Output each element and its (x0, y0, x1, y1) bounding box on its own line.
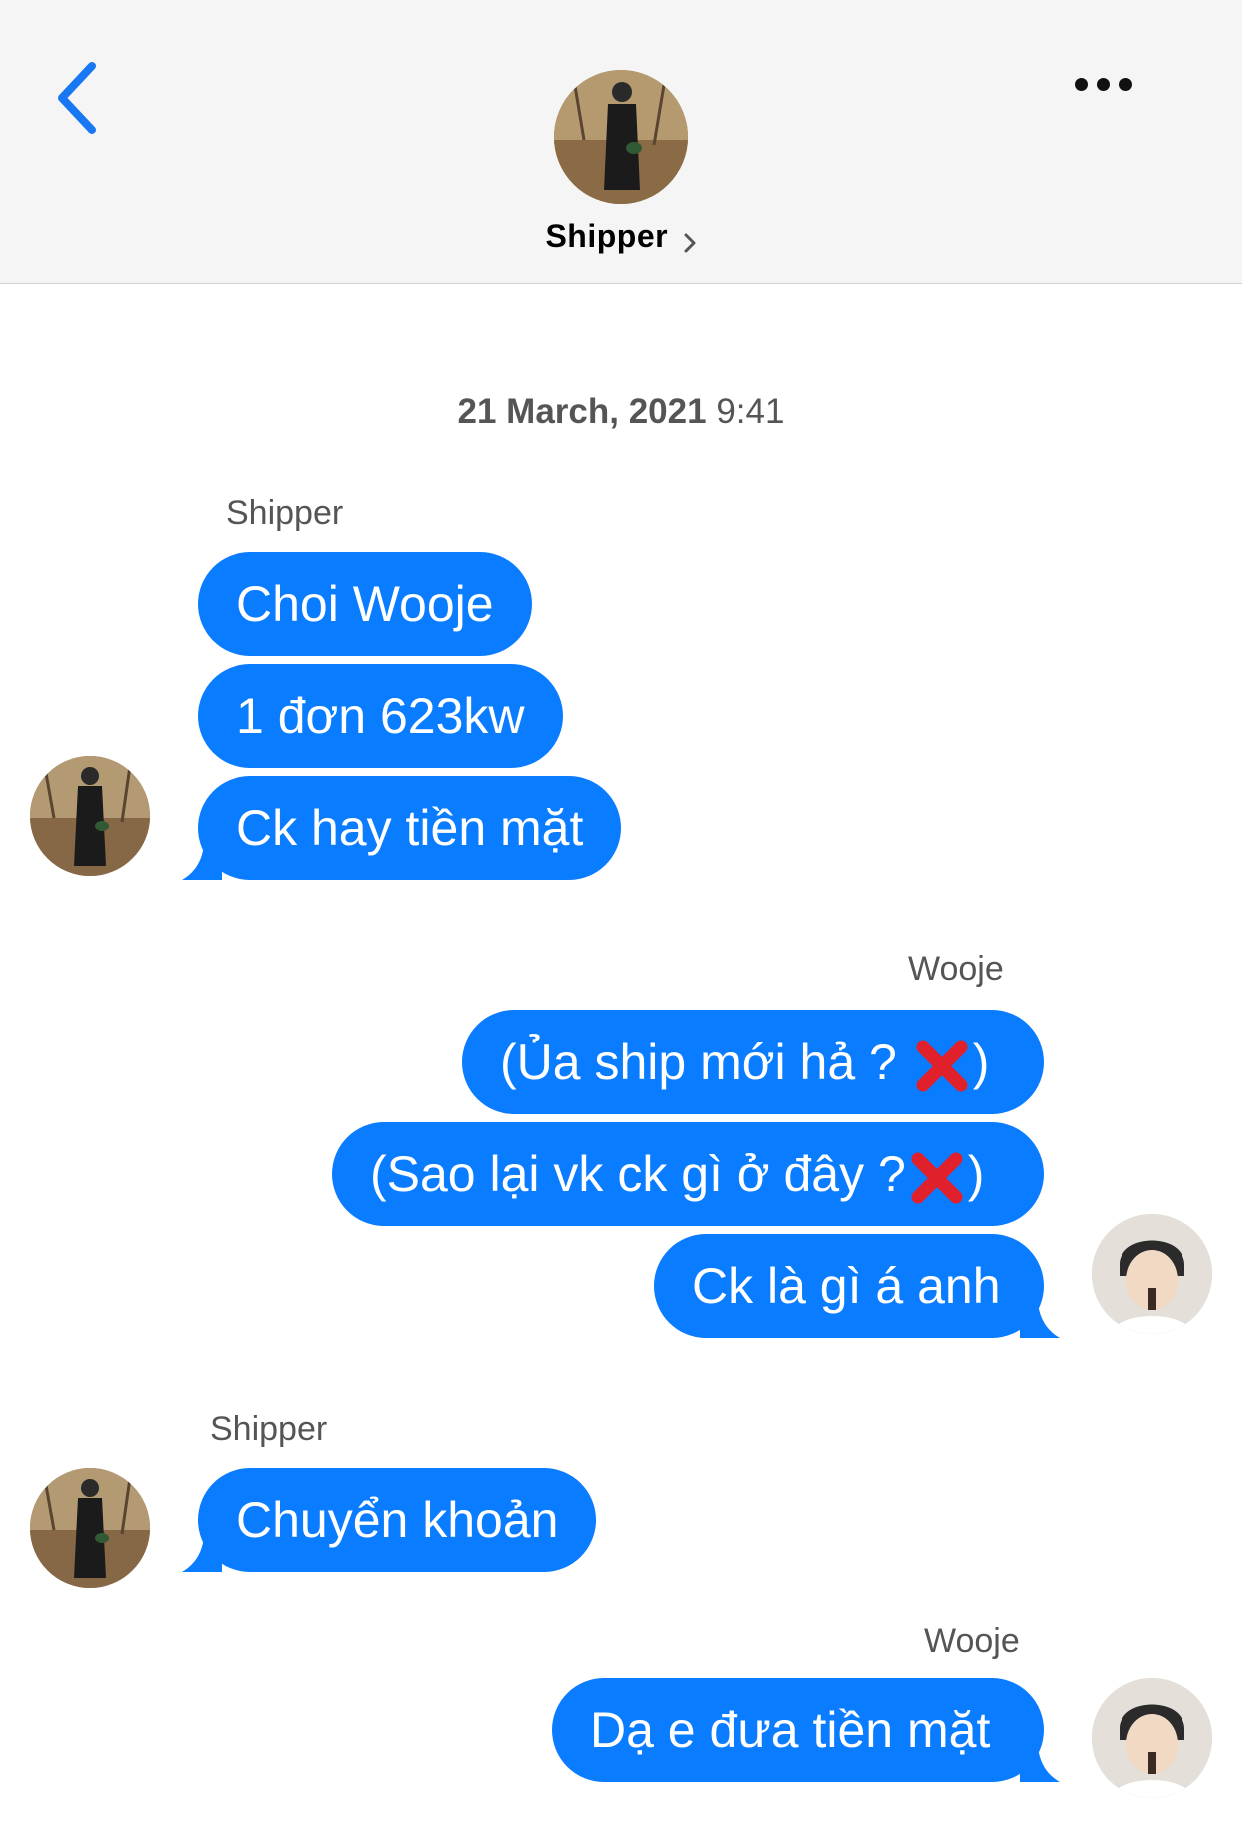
message-bubble-incoming[interactable]: Chuyển khoản (198, 1468, 597, 1572)
contact-name-button[interactable]: Shipper (0, 218, 1242, 255)
sender-name: Shipper (226, 494, 344, 532)
bubble-tail (182, 840, 222, 880)
more-options-button[interactable] (1075, 78, 1155, 112)
message-bubble-incoming[interactable]: Ck hay tiền mặt (198, 776, 622, 880)
message-bubble-incoming[interactable]: Choi Wooje (198, 552, 532, 656)
person-photo-icon (1092, 1678, 1212, 1798)
more-dot (1097, 78, 1110, 91)
sender-name: Shipper (210, 1410, 328, 1448)
chat-header: Shipper (0, 0, 1242, 284)
message-bubble-outgoing[interactable]: (Sao lại vk ck gì ở đây ?) (332, 1122, 1044, 1226)
wooje-avatar[interactable] (1092, 1678, 1212, 1798)
more-dot (1119, 78, 1132, 91)
message-text: (Ủa ship mới hả ? (500, 1034, 911, 1090)
person-photo-icon (1092, 1214, 1212, 1334)
chevron-left-icon (58, 62, 96, 134)
cross-mark-icon (916, 1040, 968, 1092)
bubble-tail (1020, 1298, 1060, 1338)
message-text: ) (972, 1034, 990, 1090)
chevron-right-icon (684, 233, 696, 253)
sender-name: Wooje (908, 950, 1004, 988)
message-bubble-outgoing[interactable]: Ck là gì á anh (654, 1234, 1044, 1338)
person-photo-icon (554, 70, 688, 204)
message-text: ) (967, 1146, 985, 1202)
person-photo-icon (30, 1468, 150, 1588)
message-text: (Sao lại vk ck gì ở đây ? (370, 1146, 906, 1202)
wooje-avatar[interactable] (1092, 1214, 1212, 1334)
shipper-avatar[interactable] (30, 1468, 150, 1588)
contact-name: Shipper (545, 218, 669, 254)
more-horizontal-icon (1075, 78, 1088, 91)
timestamp-time: 9:41 (716, 392, 785, 431)
bubble-tail (1020, 1742, 1060, 1782)
shipper-avatar[interactable] (30, 756, 150, 876)
contact-avatar[interactable] (554, 70, 688, 204)
person-photo-icon (30, 756, 150, 876)
cross-mark-icon (911, 1152, 963, 1204)
timestamp-date: 21 March, 2021 (457, 392, 707, 431)
message-bubble-outgoing[interactable]: Dạ e đưa tiền mặt (552, 1678, 1044, 1782)
message-bubble-outgoing[interactable]: (Ủa ship mới hả ? ) (462, 1010, 1044, 1114)
conversation-timestamp: 21 March, 2021 9:41 (0, 392, 1242, 432)
message-bubble-incoming[interactable]: 1 đơn 623kw (198, 664, 563, 768)
back-button[interactable] (50, 58, 110, 138)
sender-name: Wooje (924, 1622, 1020, 1660)
bubble-tail (182, 1532, 222, 1572)
